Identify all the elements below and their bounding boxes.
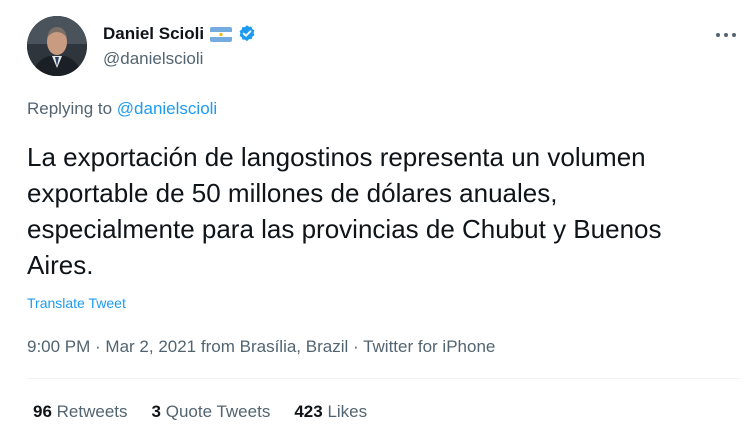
replying-prefix: Replying to	[27, 99, 117, 118]
avatar-image	[27, 16, 87, 76]
tweet-location[interactable]: Brasília, Brazil	[240, 337, 349, 356]
location-prefix: from	[200, 337, 240, 356]
tweet-date[interactable]: Mar 2, 2021	[105, 337, 196, 356]
tweet-time[interactable]: 9:00 PM	[27, 337, 90, 356]
quote-tweets-count: 3	[151, 402, 161, 421]
argentina-flag-icon	[210, 26, 233, 42]
engagement-stats: 96 Retweets 3 Quote Tweets 423 Likes	[33, 402, 391, 422]
retweets-count: 96	[33, 402, 52, 421]
verified-badge-icon	[237, 24, 257, 44]
translate-tweet-link[interactable]: Translate Tweet	[27, 295, 126, 311]
avatar[interactable]	[27, 16, 87, 76]
likes-stat[interactable]: 423 Likes	[294, 402, 367, 422]
tweet: Daniel Scioli @danielscioli Replying to …	[0, 0, 755, 429]
retweets-label: Retweets	[56, 402, 128, 421]
likes-count: 423	[294, 402, 323, 421]
author-handle[interactable]: @danielscioli	[103, 49, 203, 69]
author-name-row: Daniel Scioli	[103, 24, 257, 44]
retweets-stat[interactable]: 96 Retweets	[33, 402, 128, 422]
more-options-icon[interactable]	[715, 24, 737, 44]
reply-handle-link[interactable]: @danielscioli	[117, 99, 217, 118]
tweet-text: La exportación de langostinos representa…	[27, 142, 662, 280]
author-name[interactable]: Daniel Scioli	[103, 24, 204, 44]
tweet-source[interactable]: Twitter for iPhone	[363, 337, 495, 356]
likes-label: Likes	[327, 402, 368, 421]
meta-separator: ·	[90, 337, 106, 356]
replying-to: Replying to @danielscioli	[27, 99, 217, 119]
tweet-metadata: 9:00 PM · Mar 2, 2021 from Brasília, Bra…	[27, 337, 495, 357]
quote-tweets-stat[interactable]: 3 Quote Tweets	[152, 402, 271, 422]
divider	[27, 378, 740, 379]
meta-separator: ·	[348, 337, 364, 356]
quote-tweets-label: Quote Tweets	[165, 402, 271, 421]
